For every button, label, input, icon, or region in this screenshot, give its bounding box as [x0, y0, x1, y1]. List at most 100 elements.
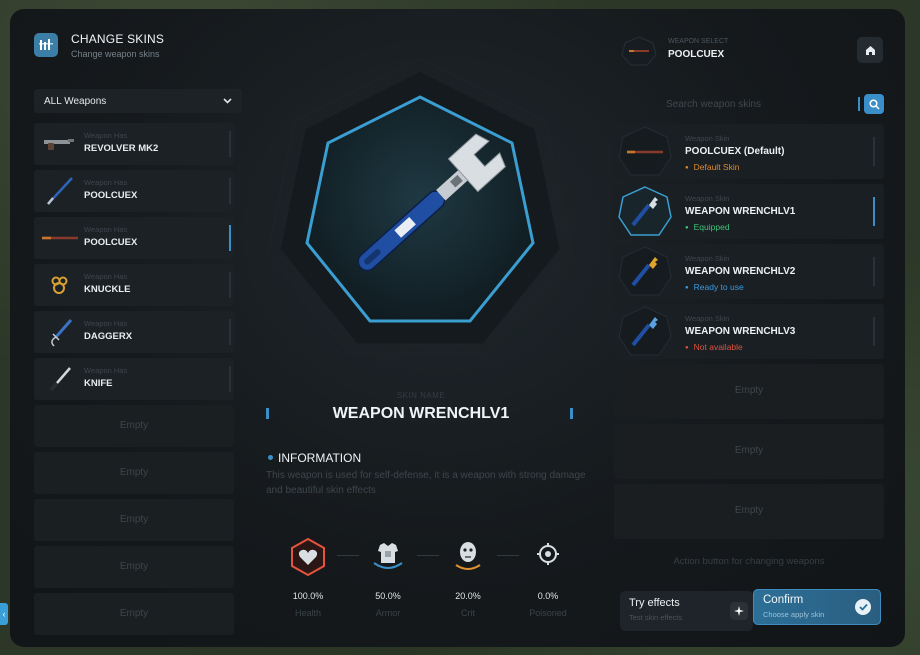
- confirm-button[interactable]: Confirm Choose apply skin: [753, 589, 881, 625]
- crit-icon: [448, 537, 488, 577]
- weapon-category: Weapon Has: [84, 178, 128, 187]
- poison-icon: [528, 537, 568, 577]
- skin-status: Not available: [685, 342, 743, 352]
- pool-cue-icon: [618, 126, 672, 176]
- search-divider: [858, 97, 860, 111]
- weapon-preview: [267, 58, 573, 355]
- skin-name: POOLCUEX (Default): [685, 146, 785, 157]
- weapon-slot-empty: Empty: [34, 546, 234, 588]
- weapon-indicator-active: [229, 225, 231, 251]
- weapon-name: DAGGERX: [84, 331, 133, 342]
- weapon-filter-dropdown[interactable]: ALL Weapons: [34, 89, 242, 113]
- stat-health: 100.0% Health: [278, 537, 338, 618]
- weapon-category: Weapon Has: [84, 225, 128, 234]
- try-effects-title: Try effects: [629, 597, 680, 609]
- weapon-indicator: [229, 178, 231, 204]
- skin-category: Weapon Skin: [685, 254, 730, 263]
- skin-name: WEAPON WRENCHLV3: [685, 326, 796, 337]
- info-title: INFORMATION: [278, 451, 362, 465]
- skin-next-indicator[interactable]: [570, 408, 573, 419]
- skin-item-wrenchlv2[interactable]: Weapon Skin WEAPON WRENCHLV2 Ready to us…: [614, 244, 884, 299]
- info-bullet: [268, 455, 273, 460]
- weapon-slot-empty: Empty: [34, 405, 234, 447]
- weapon-item-knife[interactable]: Weapon Has KNIFE: [34, 358, 234, 400]
- skin-indicator-active: [873, 197, 875, 226]
- weapon-category: Weapon Has: [84, 319, 128, 328]
- weapon-item-knuckle[interactable]: Weapon Has KNUCKLE: [34, 264, 234, 306]
- skin-list: Weapon Skin POOLCUEX (Default) Default S…: [614, 124, 884, 544]
- try-effects-button[interactable]: Try effects Test skin effects: [620, 591, 753, 631]
- stat-label: Poisoned: [529, 608, 567, 618]
- skin-status: Ready to use: [685, 282, 744, 292]
- skin-slot-empty: Empty: [614, 364, 884, 419]
- skin-item-default[interactable]: Weapon Skin POOLCUEX (Default) Default S…: [614, 124, 884, 179]
- weapon-slot-empty: Empty: [34, 499, 234, 541]
- search-input[interactable]: [660, 94, 858, 114]
- search-icon: [868, 98, 880, 110]
- weapon-item-poolcuex[interactable]: Weapon Has POOLCUEX: [34, 170, 234, 212]
- weapon-indicator: [229, 131, 231, 157]
- stat-label: Crit: [461, 608, 475, 618]
- skin-indicator: [873, 317, 875, 346]
- pool-cue-icon: [40, 176, 80, 206]
- health-icon: [288, 537, 328, 577]
- skin-search: [660, 93, 884, 115]
- collapse-tab[interactable]: ‹: [0, 603, 8, 625]
- stat-value: 0.0%: [537, 591, 559, 601]
- search-button[interactable]: [864, 94, 884, 114]
- skin-category: Weapon Skin: [685, 194, 730, 203]
- stat-value: 100.0%: [292, 591, 324, 601]
- skins-app-icon: [34, 33, 58, 57]
- skin-item-wrenchlv3[interactable]: Weapon Skin WEAPON WRENCHLV3 Not availab…: [614, 304, 884, 359]
- wrench-gold-icon: [618, 246, 672, 296]
- skin-category: Weapon Skin: [685, 314, 730, 323]
- weapon-list: Weapon Has REVOLVER MK2 Weapon Has POOLC…: [34, 123, 242, 640]
- weapon-select-label: WEAPON SELECT: [668, 38, 729, 45]
- empty-label: Empty: [119, 420, 149, 431]
- skin-item-wrenchlv1[interactable]: Weapon Skin WEAPON WRENCHLV1 Equipped: [614, 184, 884, 239]
- empty-label: Empty: [734, 445, 764, 456]
- weapon-indicator: [229, 366, 231, 392]
- knife-icon: [40, 364, 80, 394]
- knuckle-icon: [40, 270, 80, 300]
- wrench-blue-icon: [618, 306, 672, 356]
- stat-value: 50.0%: [375, 591, 401, 601]
- weapon-slot-empty: Empty: [34, 452, 234, 494]
- weapon-item-poolcuex-selected[interactable]: Weapon Has POOLCUEX: [34, 217, 234, 259]
- weapon-category: Weapon Has: [84, 131, 128, 140]
- weapon-category: Weapon Has: [84, 272, 128, 281]
- home-icon: [865, 45, 875, 55]
- skin-status: Equipped: [685, 222, 730, 232]
- skin-category: Weapon Skin: [685, 134, 730, 143]
- stat-label: Health: [294, 608, 321, 618]
- weapon-name: KNUCKLE: [84, 284, 131, 295]
- weapon-select-hex-icon: [621, 36, 657, 66]
- skin-indicator: [873, 257, 875, 286]
- stat-divider: [417, 555, 439, 556]
- weapon-item-revolver[interactable]: Weapon Has REVOLVER MK2: [34, 123, 234, 165]
- wrench-icon: [618, 186, 672, 236]
- stat-armor: 50.0% Armor: [358, 537, 418, 618]
- dagger-icon: [40, 317, 80, 347]
- empty-label: Empty: [119, 608, 149, 619]
- weapon-name: KNIFE: [84, 378, 113, 389]
- revolver-icon: [40, 129, 80, 159]
- skin-name: WEAPON WRENCHLV1: [332, 405, 510, 422]
- change-skins-panel: CHANGE SKINS Change weapon skins ALL Wea…: [10, 9, 905, 647]
- weapon-indicator: [229, 319, 231, 345]
- weapon-item-daggerx[interactable]: Weapon Has DAGGERX: [34, 311, 234, 353]
- skin-name: WEAPON WRENCHLV2: [685, 266, 796, 277]
- weapon-name: POOLCUEX: [84, 237, 138, 248]
- stat-label: Armor: [375, 608, 401, 618]
- weapon-indicator: [229, 272, 231, 298]
- skin-slot-empty: Empty: [614, 424, 884, 479]
- sparkle-icon: [730, 602, 748, 620]
- weapon-slot-empty: Empty: [34, 593, 234, 635]
- skin-name: WEAPON WRENCHLV1: [685, 206, 796, 217]
- empty-label: Empty: [119, 467, 149, 478]
- empty-label: Empty: [734, 385, 764, 396]
- try-effects-subtitle: Test skin effects: [629, 613, 683, 622]
- home-button[interactable]: [857, 37, 883, 63]
- weapon-filter-value: ALL Weapons: [44, 95, 107, 107]
- stat-value: 20.0%: [455, 591, 481, 601]
